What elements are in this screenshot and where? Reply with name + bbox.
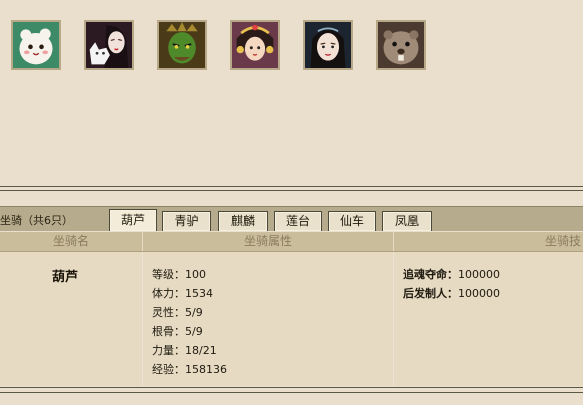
panel-top-divider — [0, 186, 583, 191]
skill-value: 100000 — [458, 287, 500, 300]
mount-tab-bar: 坐骑（共6只） 葫芦 青驴 麒麟 莲台 仙车 凤凰 — [0, 206, 583, 231]
green-warrior-avatar[interactable] — [157, 20, 207, 70]
attr-bone: 根骨：5/9 — [152, 325, 203, 338]
panel-bottom-divider — [0, 387, 583, 393]
column-divider — [142, 252, 143, 386]
tab-liantai[interactable]: 莲台 — [274, 211, 322, 231]
tab-qinglv[interactable]: 青驴 — [162, 211, 211, 231]
attr-level: 等级：100 — [152, 268, 206, 281]
mount-table-header: 坐骑名 坐骑属性 坐骑技 — [0, 232, 583, 252]
mount-attribute-list: 等级：100 体力：1534 灵性：5/9 根骨：5/9 力量：18/21 经验… — [152, 265, 227, 379]
mount-detail-row: 葫芦 等级：100 体力：1534 灵性：5/9 根骨：5/9 力量：18/21… — [0, 252, 583, 386]
header-mount-skills: 坐骑技 — [545, 234, 582, 248]
skill-name: 后发制人： — [403, 287, 458, 300]
mount-count-label: 坐骑（共6只） — [0, 214, 73, 227]
header-mount-name: 坐骑名 — [52, 234, 89, 248]
tab-hulu[interactable]: 葫芦 — [109, 209, 157, 231]
avatar-row — [11, 20, 461, 76]
tab-qilin[interactable]: 麒麟 — [218, 211, 268, 231]
mount-name: 葫芦 — [52, 270, 79, 285]
header-mount-attributes: 坐骑属性 — [243, 234, 292, 248]
skill-value: 100000 — [458, 268, 500, 281]
tab-xianche[interactable]: 仙车 — [328, 211, 376, 231]
skill-row: 追魂夺命：100000 — [403, 265, 500, 284]
beaver-avatar[interactable] — [376, 20, 426, 70]
white-mascot-avatar[interactable] — [11, 20, 61, 70]
skill-name: 追魂夺命： — [403, 268, 458, 281]
maiden-avatar[interactable] — [303, 20, 353, 70]
attr-strength: 力量：18/21 — [152, 344, 217, 357]
attr-experience: 经验：158136 — [152, 363, 227, 376]
tab-fenghuang[interactable]: 凤凰 — [382, 211, 432, 231]
column-divider — [393, 252, 394, 386]
attr-spirit: 灵性：5/9 — [152, 306, 203, 319]
attr-stamina: 体力：1534 — [152, 287, 213, 300]
header-divider — [393, 232, 394, 251]
lady-with-fox-avatar[interactable] — [84, 20, 134, 70]
skill-row: 后发制人：100000 — [403, 284, 500, 303]
mount-skill-list: 追魂夺命：100000 后发制人：100000 — [403, 265, 500, 303]
princess-headdress-avatar[interactable] — [230, 20, 280, 70]
